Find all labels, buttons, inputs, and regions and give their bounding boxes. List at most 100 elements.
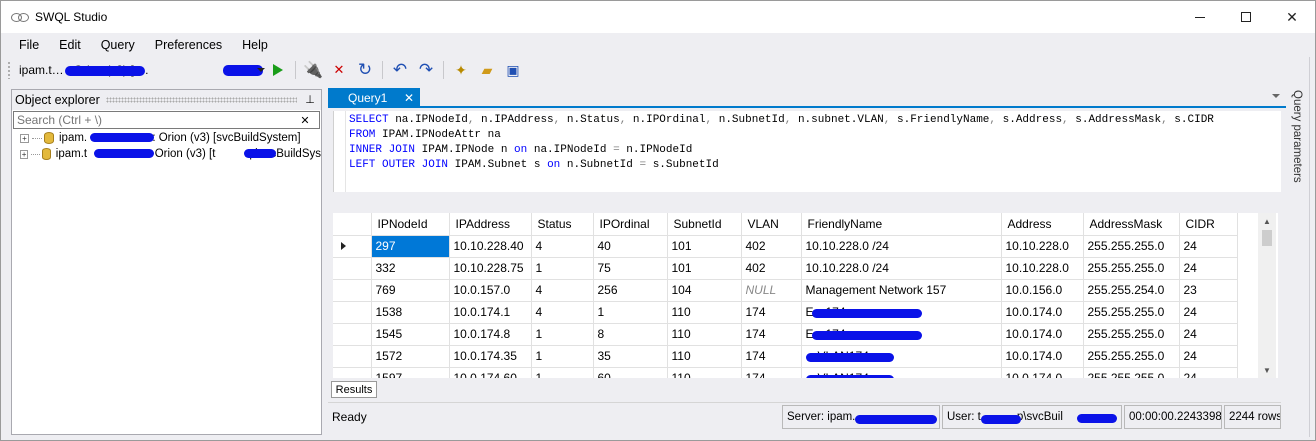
table-cell[interactable]: 24 <box>1179 235 1238 258</box>
table-cell[interactable]: 297 <box>371 235 450 258</box>
table-cell[interactable]: E…174 <box>801 323 1002 346</box>
menu-query[interactable]: Query <box>91 35 145 55</box>
table-cell[interactable]: 110 <box>667 345 742 368</box>
connection-dropdown[interactable]: ipam.t… : Orion (v3) [t… <box>15 60 265 80</box>
table-cell[interactable]: 402 <box>741 235 802 258</box>
results-grid[interactable]: IPNodeId IPAddress Status IPOrdinal SubnetId… <box>333 213 1278 378</box>
tab-list-chevron-icon[interactable] <box>1272 94 1280 98</box>
menu-preferences[interactable]: Preferences <box>145 35 232 55</box>
column-header[interactable]: AddressMask <box>1083 213 1180 236</box>
close-window-button[interactable]: ✕ <box>1269 1 1315 33</box>
close-tab-icon[interactable]: ✕ <box>404 91 414 105</box>
table-cell[interactable]: 10.10.228.0 <box>1001 257 1084 280</box>
table-cell[interactable]: 174 <box>741 301 802 324</box>
table-cell[interactable]: 24 <box>1179 323 1238 346</box>
open-button[interactable]: ▰ <box>476 59 498 81</box>
table-cell[interactable]: 10.0.156.0 <box>1001 279 1084 302</box>
panel-drag-handle[interactable] <box>105 97 297 103</box>
table-cell[interactable]: 110 <box>667 323 742 346</box>
column-header[interactable]: IPAddress <box>449 213 532 236</box>
table-cell[interactable]: 40 <box>593 235 668 258</box>
column-header[interactable]: SubnetId <box>667 213 742 236</box>
toolbar-grip[interactable] <box>7 61 11 79</box>
table-cell[interactable]: 10.0.174.35 <box>449 345 532 368</box>
query-parameters-panel[interactable]: Query parameters <box>1289 88 1307 208</box>
table-cell[interactable]: 101 <box>667 235 742 258</box>
tab-query1[interactable]: Query1 ✕ <box>328 88 420 108</box>
tree-node-connection[interactable]: + ipam. : Orion (v3) [svcBuildSystem] <box>12 130 321 146</box>
table-cell[interactable]: 10.10.228.0 <box>1001 235 1084 258</box>
table-cell[interactable]: 10.0.174.0 <box>1001 345 1084 368</box>
query-text[interactable]: SELECT na.IPNodeId, n.IPAddress, n.Statu… <box>349 113 1214 173</box>
menu-help[interactable]: Help <box>232 35 278 55</box>
table-cell[interactable]: 402 <box>741 257 802 280</box>
table-cell[interactable]: 101 <box>667 257 742 280</box>
scroll-down-icon[interactable]: ▼ <box>1258 362 1276 378</box>
row-header[interactable] <box>333 345 372 368</box>
table-cell[interactable]: 4 <box>531 279 594 302</box>
maximize-button[interactable] <box>1223 1 1269 33</box>
table-row[interactable]: 297 10.10.228.40 4 40 101 402 10.10.228.0 /24 1… <box>333 235 1238 258</box>
column-header[interactable]: FriendlyName <box>801 213 1002 236</box>
new-query-button[interactable]: ✦ <box>450 59 472 81</box>
table-cell[interactable]: 10.0.174.0 <box>1001 301 1084 324</box>
table-cell[interactable]: 10.0.157.0 <box>449 279 532 302</box>
table-cell[interactable]: 10.10.228.40 <box>449 235 532 258</box>
search-input[interactable] <box>14 112 294 128</box>
expand-icon[interactable]: + <box>20 133 29 143</box>
row-header[interactable] <box>333 235 372 258</box>
column-header[interactable]: VLAN <box>741 213 802 236</box>
table-row[interactable]: 1545 10.0.174.8 1 8 110 174 E…17410.0.174.0 255… <box>333 323 1238 346</box>
query-editor[interactable]: SELECT na.IPNodeId, n.IPAddress, n.Statu… <box>333 111 1281 192</box>
connect-button[interactable]: 🔌 <box>302 59 324 81</box>
row-header[interactable] <box>333 367 372 378</box>
column-header[interactable]: Address <box>1001 213 1084 236</box>
table-cell[interactable]: 1 <box>593 301 668 324</box>
row-header[interactable] <box>333 323 372 346</box>
column-header[interactable]: IPOrdinal <box>593 213 668 236</box>
table-cell[interactable]: 1545 <box>371 323 450 346</box>
minimize-button[interactable] <box>1177 1 1223 33</box>
clear-search-icon[interactable]: ✕ <box>294 114 316 127</box>
table-cell[interactable]: 255.255.255.0 <box>1083 323 1180 346</box>
table-cell[interactable]: NULL <box>741 279 802 302</box>
table-row[interactable]: 769 10.0.157.0 4 256 104 NULL Management Netwo… <box>333 279 1238 302</box>
table-cell[interactable]: 35 <box>593 345 668 368</box>
table-cell[interactable]: Management Network 157 <box>801 279 1002 302</box>
scroll-up-icon[interactable]: ▲ <box>1258 213 1276 229</box>
table-cell[interactable]: 4 <box>531 235 594 258</box>
scrollbar-thumb[interactable] <box>1262 230 1272 246</box>
table-cell[interactable]: 10.10.228.0 /24 <box>801 257 1002 280</box>
table-cell[interactable]: 1 <box>531 257 594 280</box>
table-cell[interactable]: 255.255.255.0 <box>1083 367 1180 378</box>
save-button[interactable]: ▣ <box>502 59 524 81</box>
results-scrollbar[interactable]: ▲ ▼ <box>1258 213 1276 378</box>
expand-icon[interactable]: + <box>20 149 29 159</box>
table-cell[interactable]: 1538 <box>371 301 450 324</box>
tab-results[interactable]: Results <box>331 381 377 398</box>
table-cell[interactable]: 24 <box>1179 367 1238 378</box>
table-row[interactable]: 1572 10.0.174.35 1 35 110 174 …VLAN17410.0.174… <box>333 345 1238 368</box>
table-cell[interactable]: 1572 <box>371 345 450 368</box>
menu-file[interactable]: File <box>9 35 49 55</box>
table-cell[interactable]: …VLAN174 <box>801 367 1002 378</box>
execute-button[interactable] <box>267 59 289 81</box>
undo-button[interactable]: ↶ <box>389 59 411 81</box>
table-cell[interactable]: 8 <box>593 323 668 346</box>
table-cell[interactable]: …VLAN174 <box>801 345 1002 368</box>
table-cell[interactable]: 1 <box>531 345 594 368</box>
table-cell[interactable]: 256 <box>593 279 668 302</box>
table-cell[interactable]: 10.10.228.75 <box>449 257 532 280</box>
table-row[interactable]: 1597 10.0.174.60 1 60 110 174 …VLAN17410.0.174… <box>333 367 1238 378</box>
table-cell[interactable]: 10.10.228.0 /24 <box>801 235 1002 258</box>
table-cell[interactable]: 24 <box>1179 301 1238 324</box>
table-cell[interactable]: 10.0.174.0 <box>1001 367 1084 378</box>
column-header[interactable]: Status <box>531 213 594 236</box>
tree-node-connection[interactable]: + ipam.t : Orion (v3) [t p\svcBuildSys <box>12 146 321 162</box>
table-cell[interactable]: 24 <box>1179 257 1238 280</box>
table-cell[interactable]: 174 <box>741 323 802 346</box>
table-cell[interactable]: 255.255.255.0 <box>1083 301 1180 324</box>
table-cell[interactable]: 23 <box>1179 279 1238 302</box>
table-cell[interactable]: 255.255.255.0 <box>1083 257 1180 280</box>
table-cell[interactable]: 10.0.174.8 <box>449 323 532 346</box>
